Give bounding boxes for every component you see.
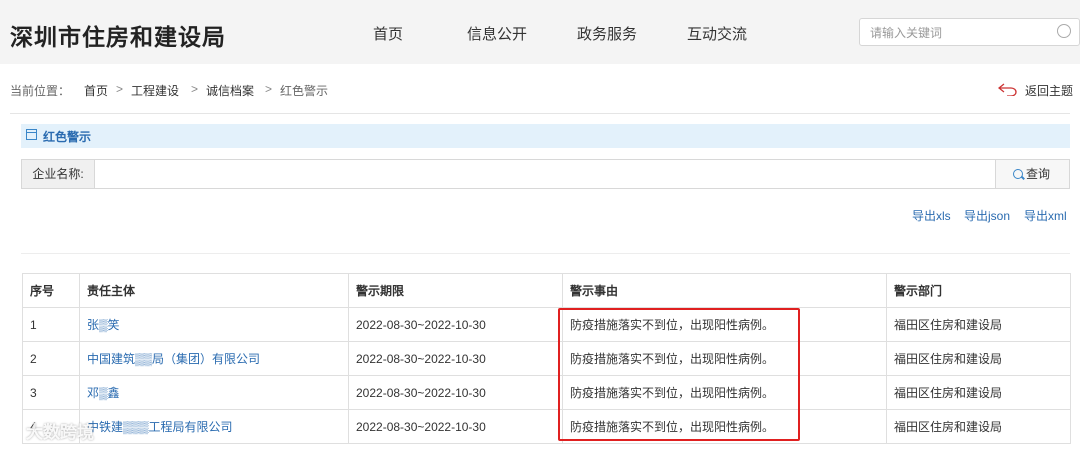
watermark: 大数跨境 <box>8 418 94 443</box>
site-header: 深圳市住房和建设局 首页 信息公开 政务服务 互动交流 <box>0 0 1080 64</box>
filter-bar: 企业名称: 查询 <box>21 159 1070 189</box>
breadcrumb-separator: > <box>265 82 273 96</box>
table-row: 1 张▒笑 2022-08-30~2022-10-30 防疫措施落实不到位，出现… <box>22 307 1071 342</box>
warning-period: 2022-08-30~2022-10-30 <box>348 307 563 342</box>
warning-period: 2022-08-30~2022-10-30 <box>348 341 563 376</box>
export-xml-link[interactable]: 导出xml <box>1024 207 1067 224</box>
responsible-party-link[interactable]: 中铁建▒▒▒工程局有限公司 <box>79 409 349 444</box>
warning-department: 福田区住房和建设局 <box>886 375 1071 410</box>
back-to-topic-label: 返回主题 <box>1025 84 1074 98</box>
red-warning-table: 序号 责任主体 警示期限 警示事由 警示部门 1 张▒笑 2022-08-30~… <box>22 273 1071 444</box>
site-logo[interactable]: 深圳市住房和建设局 <box>10 18 226 52</box>
table-row: 2 中国建筑▒▒局（集团）有限公司 2022-08-30~2022-10-30 … <box>22 341 1071 376</box>
row-index: 1 <box>22 307 80 342</box>
row-index: 2 <box>22 341 80 376</box>
query-button-label: 查询 <box>1026 167 1051 181</box>
nav-info-disclosure[interactable]: 信息公开 <box>467 23 527 44</box>
export-xls-link[interactable]: 导出xls <box>912 207 951 224</box>
divider <box>21 253 1070 254</box>
company-name-input[interactable] <box>98 164 992 186</box>
nav-home[interactable]: 首页 <box>373 23 403 44</box>
warning-reason: 防疫措施落实不到位，出现阳性病例。 <box>562 307 887 342</box>
responsible-party-link[interactable]: 张▒笑 <box>79 307 349 342</box>
warning-reason: 防疫措施落实不到位，出现阳性病例。 <box>562 341 887 376</box>
export-json-link[interactable]: 导出json <box>964 207 1010 224</box>
search-icon <box>1013 169 1023 179</box>
breadcrumb-separator: > <box>116 82 124 96</box>
divider <box>10 113 1070 114</box>
return-arrow-icon <box>998 83 1017 96</box>
watermark-text: 大数跨境 <box>26 423 94 442</box>
table-header-row: 序号 责任主体 警示期限 警示事由 警示部门 <box>22 273 1071 308</box>
table-row: 3 邓▒鑫 2022-08-30~2022-10-30 防疫措施落实不到位，出现… <box>22 375 1071 410</box>
nav-government-services[interactable]: 政务服务 <box>577 23 637 44</box>
column-header-warning-department: 警示部门 <box>886 273 1071 308</box>
column-header-responsible-party: 责任主体 <box>79 273 349 308</box>
breadcrumb-current: 红色警示 <box>280 84 329 98</box>
warning-period: 2022-08-30~2022-10-30 <box>348 409 563 444</box>
column-header-index: 序号 <box>22 273 80 308</box>
warning-reason: 防疫措施落实不到位，出现阳性病例。 <box>562 409 887 444</box>
responsible-party-link[interactable]: 邓▒鑫 <box>79 375 349 410</box>
warning-department: 福田区住房和建设局 <box>886 307 1071 342</box>
warning-period: 2022-08-30~2022-10-30 <box>348 375 563 410</box>
search-input[interactable] <box>868 23 1052 43</box>
breadcrumb-home[interactable]: 首页 <box>84 82 108 99</box>
search-box <box>859 18 1080 46</box>
section-header: 红色警示 <box>21 124 1070 148</box>
search-icon[interactable] <box>1057 24 1071 38</box>
column-header-warning-period: 警示期限 <box>348 273 563 308</box>
warning-department: 福田区住房和建设局 <box>886 409 1071 444</box>
section-title: 红色警示 <box>43 130 92 144</box>
warning-department: 福田区住房和建设局 <box>886 341 1071 376</box>
responsible-party-link[interactable]: 中国建筑▒▒局（集团）有限公司 <box>79 341 349 376</box>
query-button[interactable]: 查询 <box>995 160 1069 188</box>
table-row: 4 中铁建▒▒▒工程局有限公司 2022-08-30~2022-10-30 防疫… <box>22 409 1071 444</box>
breadcrumb-construction[interactable]: 工程建设 <box>131 82 179 99</box>
row-index: 3 <box>22 375 80 410</box>
window-icon <box>26 129 37 140</box>
column-header-warning-reason: 警示事由 <box>562 273 887 308</box>
breadcrumb-label: 当前位置： <box>10 84 71 98</box>
breadcrumb: 当前位置： 首页 > 工程建设 > 诚信档案 > 红色警示 返回主题 <box>0 80 1080 100</box>
company-name-label: 企业名称: <box>22 160 95 188</box>
nav-interaction[interactable]: 互动交流 <box>687 23 747 44</box>
breadcrumb-separator: > <box>191 82 199 96</box>
breadcrumb-credit-files[interactable]: 诚信档案 <box>206 82 254 99</box>
warning-reason: 防疫措施落实不到位，出现阳性病例。 <box>562 375 887 410</box>
